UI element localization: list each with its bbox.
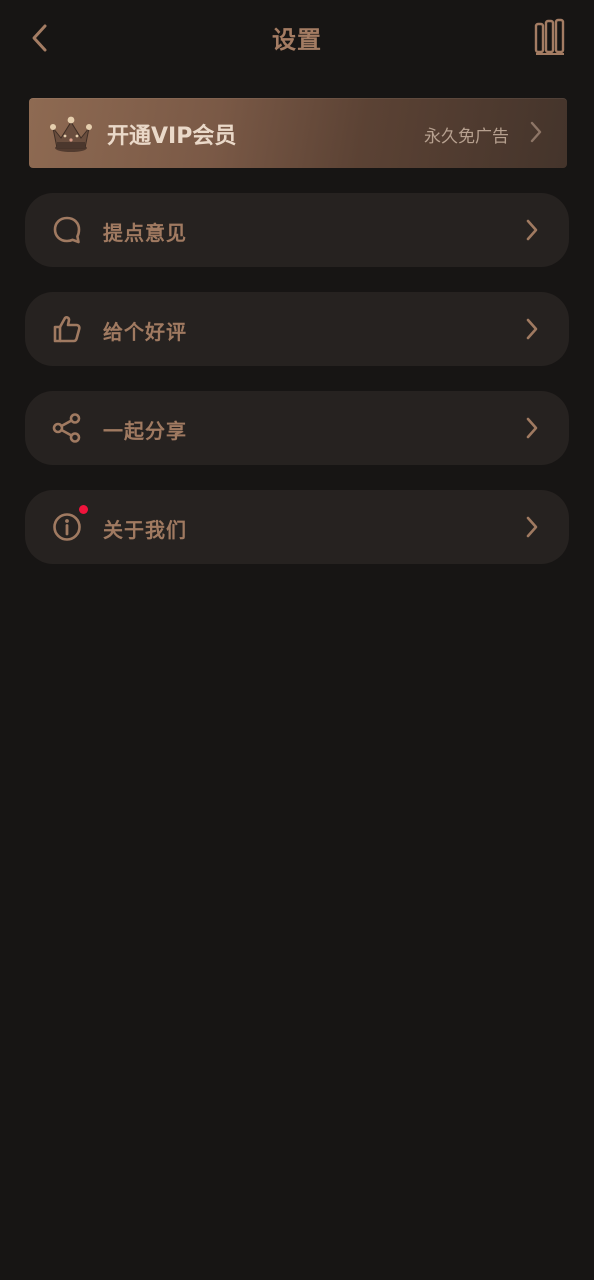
crown-icon [50,116,92,152]
menu-item-share[interactable]: 一起分享 [25,391,569,465]
chevron-right-icon [526,219,538,241]
chevron-right-icon [526,516,538,538]
comment-icon [53,216,81,244]
menu-label: 给个好评 [103,320,187,344]
chevron-right-icon [530,121,542,143]
library-button[interactable] [532,16,568,58]
menu-item-rate[interactable]: 给个好评 [25,292,569,366]
menu-label: 提点意见 [103,221,187,245]
notification-badge [79,505,88,514]
info-icon [53,513,81,541]
menu-label: 关于我们 [103,518,187,542]
top-bar: 设置 [0,0,594,76]
chevron-right-icon [526,318,538,340]
share-icon [52,413,81,443]
vip-banner[interactable]: 开通VIP会员 永久免广告 [29,98,567,168]
page-title: 设置 [272,26,322,54]
menu-item-about[interactable]: 关于我们 [25,490,569,564]
vip-subtitle: 永久免广告 [424,127,509,147]
menu-label: 一起分享 [103,419,187,443]
settings-page: 设置 开通VIP会员 永久免广告 提点意见 给个好评 一起分享 关于我们 [0,0,594,1280]
library-icon [534,18,565,55]
chevron-right-icon [526,417,538,439]
thumbs-up-icon [53,316,81,343]
vip-title: 开通VIP会员 [107,124,237,149]
menu-item-feedback[interactable]: 提点意见 [25,193,569,267]
